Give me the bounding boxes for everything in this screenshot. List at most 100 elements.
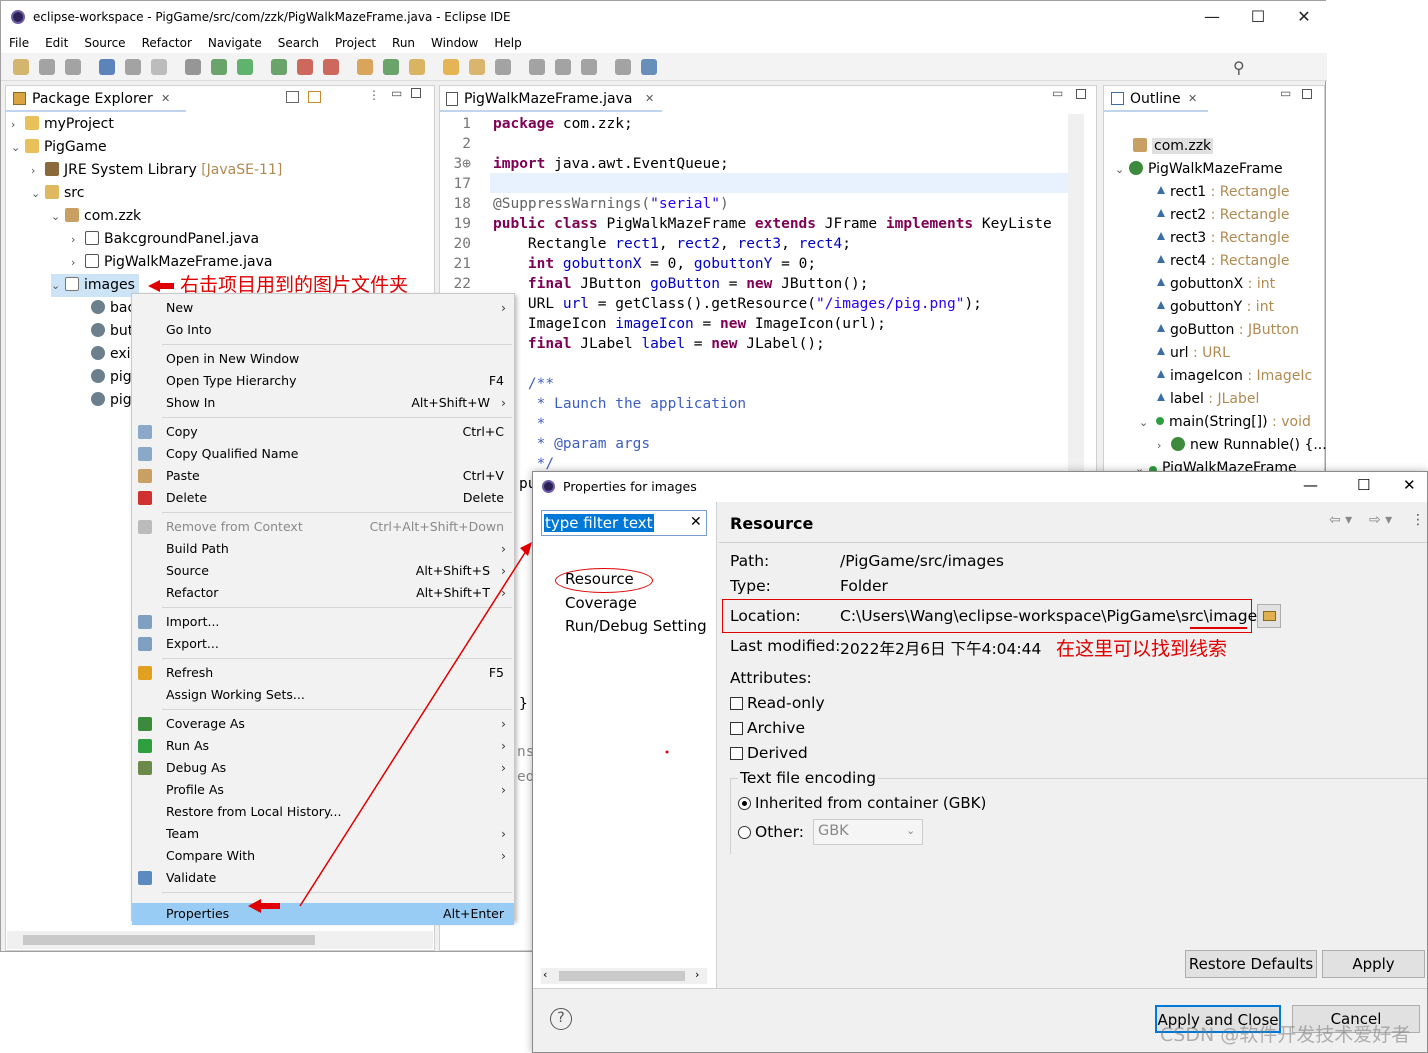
outline-member[interactable]: rect4 : Rectangle [1157,250,1290,273]
context-menu-item-remove-from-context[interactable]: Remove from Context Ctrl+Alt+Shift+Down [132,516,514,538]
outline-member[interactable]: rect1 : Rectangle [1157,181,1290,204]
context-menu-item-show-in[interactable]: Show In Alt+Shift+W › [132,392,514,414]
tree-item-file[interactable]: › BakcgroundPanel.java [71,228,259,251]
minimize-view-icon[interactable]: ▭ [1280,86,1291,100]
code-line[interactable]: Rectangle rect1, rect2, rect3, rect4; [493,234,851,254]
tree-item-package[interactable]: ⌄ com.zzk [51,205,141,228]
toolbar-button-icon[interactable] [13,59,29,75]
outline-member[interactable]: gobuttonX : int [1157,273,1275,296]
close-button[interactable]: ✕ [1281,1,1327,33]
search-icon[interactable]: ⚲ [1233,58,1245,77]
context-menu-item-delete[interactable]: Delete Delete [132,487,514,509]
toolbar-button-icon[interactable] [615,59,631,75]
forward-icon[interactable]: ⇨ ▾ [1369,512,1392,528]
menu-run[interactable]: Run [384,33,423,53]
toolbar-button-icon[interactable] [443,59,459,75]
readonly-checkbox[interactable]: Read-only [730,694,825,712]
toolbar-button-icon[interactable] [409,59,425,75]
context-menu-item-refactor[interactable]: Refactor Alt+Shift+T › [132,582,514,604]
toolbar-button-icon[interactable] [39,59,55,75]
archive-checkbox[interactable]: Archive [730,719,805,737]
tree-item-src[interactable]: ⌄ src [31,182,84,205]
horizontal-scrollbar[interactable] [7,931,433,949]
filter-input[interactable]: type filter text ✕ [541,510,707,536]
apply-button[interactable]: Apply [1322,950,1425,978]
toolbar-button-icon[interactable] [99,59,115,75]
help-icon[interactable]: ? [550,1008,572,1030]
toolbar-button-icon[interactable] [581,59,597,75]
menu-file[interactable]: File [1,33,37,53]
context-menu-item-run-as[interactable]: Run As › [132,735,514,757]
back-icon[interactable]: ⇦ ▾ [1329,512,1352,528]
context-menu-item-restore-from-local-history[interactable]: Restore from Local History... [132,801,514,823]
toolbar-button-icon[interactable] [495,59,511,75]
toolbar-button-icon[interactable] [297,59,313,75]
code-line[interactable]: public class PigWalkMazeFrame extends JF… [493,214,1052,234]
tree-item-image[interactable]: bac [91,297,135,320]
toolbar-button-icon[interactable] [529,59,545,75]
menu-navigate[interactable]: Navigate [200,33,270,53]
context-menu-item-source[interactable]: Source Alt+Shift+S › [132,560,514,582]
outline-member[interactable]: ⌄ main(String[]) : void [1139,411,1311,434]
context-menu-item-debug-as[interactable]: Debug As › [132,757,514,779]
menu-window[interactable]: Window [423,33,486,53]
toolbar-button-icon[interactable] [211,59,227,75]
code-line[interactable]: ImageIcon imageIcon = new ImageIcon(url)… [493,314,886,334]
context-menu-item-assign-working-sets[interactable]: Assign Working Sets... [132,684,514,706]
minimize-view-icon[interactable]: ▭ [391,86,402,100]
context-menu-item-copy-qualified-name[interactable]: Copy Qualified Name [132,443,514,465]
restore-defaults-button[interactable]: Restore Defaults [1185,950,1317,978]
outline-class[interactable]: ⌄ PigWalkMazeFrame [1115,158,1283,181]
tree-item-myproject[interactable]: › myProject [11,113,114,136]
context-menu-item-properties[interactable]: Properties Alt+Enter [132,903,514,925]
minimize-button[interactable]: — [1189,1,1235,33]
dialog-maximize-button[interactable]: ☐ [1357,476,1370,494]
toolbar-button-icon[interactable] [555,59,571,75]
menu-edit[interactable]: Edit [37,33,76,53]
context-menu-item-coverage-as[interactable]: Coverage As › [132,713,514,735]
toolbar-button-icon[interactable] [185,59,201,75]
nav-coverage[interactable]: Coverage [565,594,637,612]
close-tab-icon[interactable]: ✕ [645,86,654,112]
code-line[interactable]: * Launch the application [493,394,747,414]
toolbar-button-icon[interactable] [125,59,141,75]
context-menu-item-paste[interactable]: Paste Ctrl+V [132,465,514,487]
code-line[interactable]: final JButton goButton = new JButton(); [493,274,869,294]
tab-editor[interactable]: PigWalkMazeFrame.java ✕ [440,86,662,112]
maximize-view-icon[interactable] [411,88,421,98]
nav-horizontal-scrollbar[interactable]: ‹ › [541,968,707,984]
derived-checkbox[interactable]: Derived [730,744,808,762]
minimize-view-icon[interactable]: ▭ [1052,86,1063,100]
scroll-thumb[interactable] [23,935,315,945]
context-menu-item-profile-as[interactable]: Profile As › [132,779,514,801]
outline-member[interactable]: gobuttonY : int [1157,296,1274,319]
menu-refactor[interactable]: Refactor [134,33,200,53]
close-tab-icon[interactable]: ✕ [161,86,170,112]
maximize-view-icon[interactable] [1076,89,1086,99]
toolbar-button-icon[interactable] [641,59,657,75]
outline-runnable[interactable]: › new Runnable() {... [1157,434,1327,457]
tree-item-images[interactable]: ⌄ images [51,274,139,297]
context-menu-item-build-path[interactable]: Build Path › [132,538,514,560]
collapse-all-icon[interactable] [286,91,299,103]
outline-member[interactable]: goButton : JButton [1157,319,1299,342]
dialog-close-button[interactable]: ✕ [1403,476,1416,494]
code-line[interactable]: package com.zzk; [493,114,633,134]
code-line[interactable]: import java.awt.EventQueue; [493,154,729,174]
view-menu-icon[interactable]: ⋮ [368,88,380,102]
vertical-scrollbar[interactable] [1068,114,1084,474]
encoding-select[interactable]: GBK ⌄ [813,819,923,845]
outline-member[interactable]: rect3 : Rectangle [1157,227,1290,250]
maximize-button[interactable]: ☐ [1235,1,1281,33]
code-line[interactable]: @SuppressWarnings("serial") [493,194,729,214]
toolbar-button-icon[interactable] [323,59,339,75]
tree-item-jre[interactable]: › JRE System Library [JavaSE-11] [31,159,282,182]
close-tab-icon[interactable]: ✕ [1188,86,1197,112]
outline-member[interactable]: rect2 : Rectangle [1157,204,1290,227]
toolbar-button-icon[interactable] [65,59,81,75]
show-in-explorer-button[interactable] [1257,604,1281,628]
dialog-minimize-button[interactable]: — [1303,476,1318,494]
outline-member[interactable]: url : URL [1157,342,1230,365]
outline-member[interactable]: imageIcon : ImageIc [1157,365,1312,388]
context-menu-item-open-in-new-window[interactable]: Open in New Window [132,348,514,370]
